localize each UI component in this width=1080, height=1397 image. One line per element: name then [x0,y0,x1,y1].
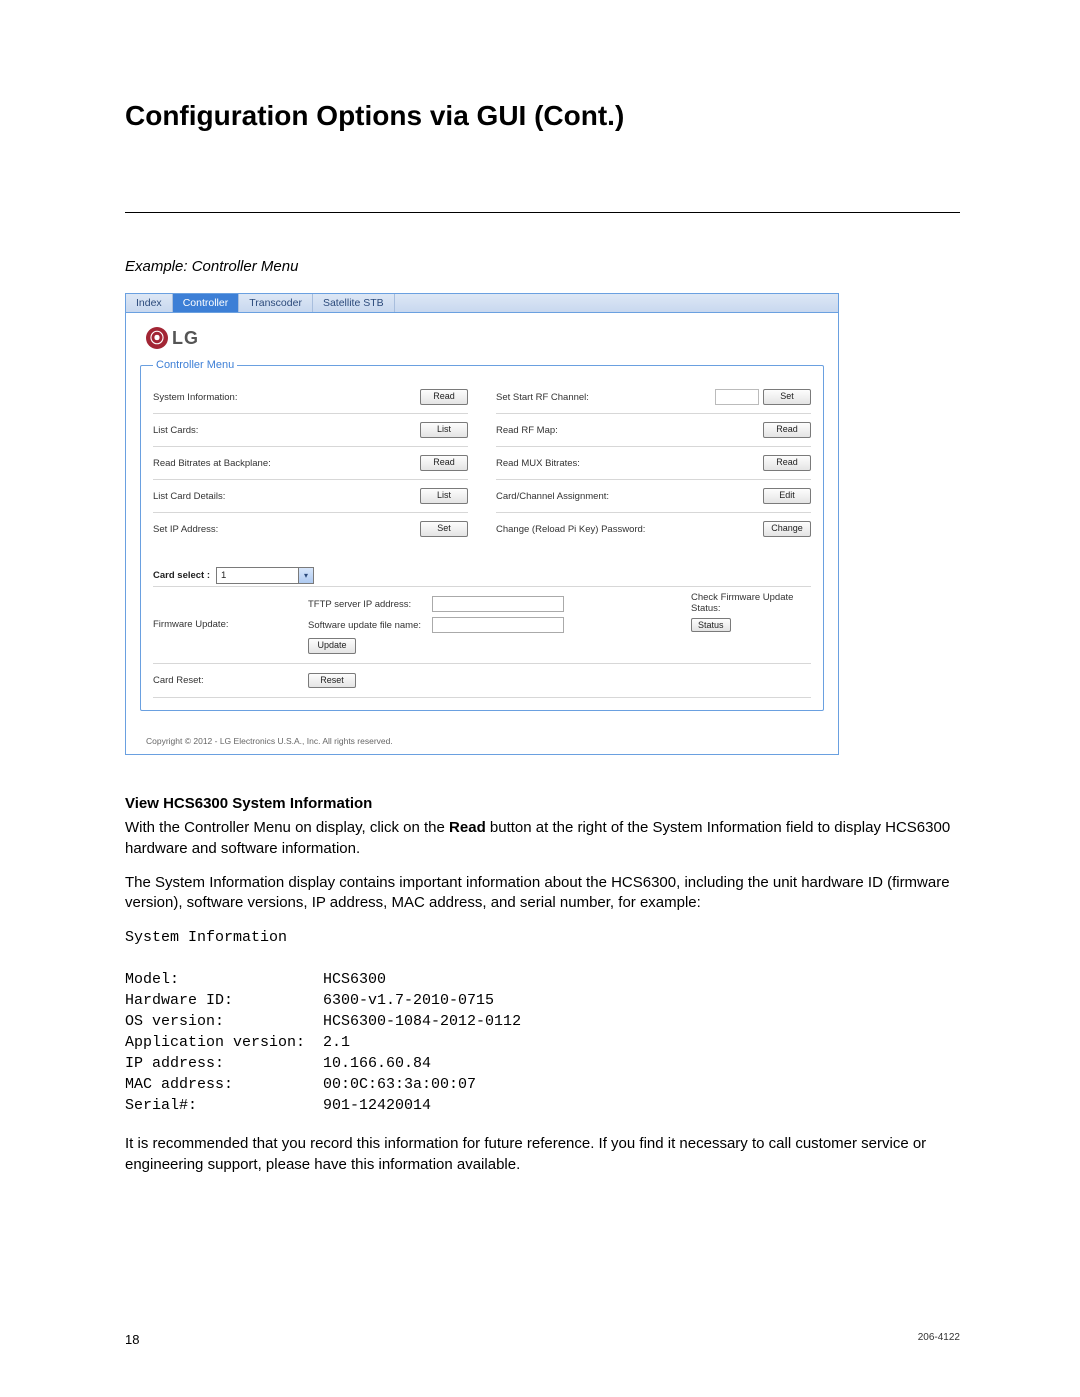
firmware-update-button[interactable]: Update [308,638,356,654]
list-card-details-label: List Card Details: [153,491,420,502]
card-reset-button[interactable]: Reset [308,673,356,689]
controller-menu-fieldset: Controller Menu System Information: Read… [140,359,824,711]
set-ip-address-button[interactable]: Set [420,521,468,537]
list-cards-label: List Cards: [153,425,420,436]
lg-logo: LG [140,327,824,349]
tab-index[interactable]: Index [126,294,173,312]
tftp-server-ip-input[interactable] [432,596,564,612]
tab-transcoder[interactable]: Transcoder [239,294,313,312]
divider [125,212,960,213]
check-firmware-status-label-1: Check Firmware Update [691,592,811,603]
right-column: Set Start RF Channel: Set Read RF Map: R… [496,381,811,545]
read-mux-bitrates-label: Read MUX Bitrates: [496,458,763,469]
list-cards-button[interactable]: List [420,422,468,438]
set-start-rf-channel-input[interactable] [715,389,759,405]
change-password-label: Change (Reload Pi Key) Password: [496,524,763,535]
page-title: Configuration Options via GUI (Cont.) [125,100,960,132]
read-rf-map-button[interactable]: Read [763,422,811,438]
read-bitrates-backplane-label: Read Bitrates at Backplane: [153,458,420,469]
tab-controller[interactable]: Controller [173,294,240,312]
software-update-file-input[interactable] [432,617,564,633]
card-channel-assignment-button[interactable]: Edit [763,488,811,504]
system-information-label: System Information: [153,392,420,403]
tab-bar: Index Controller Transcoder Satellite ST… [126,294,838,313]
software-update-file-label: Software update file name: [308,620,426,631]
example-label: Example: Controller Menu [125,258,960,275]
check-firmware-status-label-2: Status: [691,603,811,614]
set-start-rf-channel-label: Set Start RF Channel: [496,392,715,403]
controller-menu-screenshot: Index Controller Transcoder Satellite ST… [125,293,839,755]
read-bitrates-backplane-button[interactable]: Read [420,455,468,471]
read-rf-map-label: Read RF Map: [496,425,763,436]
paragraph-1: With the Controller Menu on display, cli… [125,818,960,859]
change-password-button[interactable]: Change [763,521,811,537]
fieldset-legend: Controller Menu [153,359,237,371]
para1-pre: With the Controller Menu on display, cli… [125,819,449,836]
page-number: 18 [125,1332,139,1347]
firmware-status-button[interactable]: Status [691,618,731,632]
card-channel-assignment-label: Card/Channel Assignment: [496,491,763,502]
paragraph-3: It is recommended that you record this i… [125,1134,960,1175]
set-ip-address-label: Set IP Address: [153,524,420,535]
set-start-rf-channel-button[interactable]: Set [763,389,811,405]
chevron-down-icon: ▾ [298,568,313,583]
tab-satellite-stb[interactable]: Satellite STB [313,294,395,312]
card-select-dropdown[interactable]: 1 ▾ [216,567,314,584]
system-information-read-button[interactable]: Read [420,389,468,405]
left-column: System Information: Read List Cards: Lis… [153,381,468,545]
read-mux-bitrates-button[interactable]: Read [763,455,811,471]
copyright-text: Copyright © 2012 - LG Electronics U.S.A.… [140,736,824,746]
paragraph-2: The System Information display contains … [125,873,960,914]
card-select-label: Card select : [153,570,210,581]
firmware-update-label: Firmware Update: [153,592,308,658]
lg-logo-text: LG [172,328,199,349]
document-number: 206-4122 [918,1332,960,1347]
list-card-details-button[interactable]: List [420,488,468,504]
section-heading: View HCS6300 System Information [125,795,960,812]
card-reset-label: Card Reset: [153,675,308,686]
system-information-output: System Information Model: HCS6300 Hardwa… [125,927,960,1116]
para1-bold: Read [449,819,486,836]
card-select-value: 1 [221,570,226,581]
tftp-server-ip-label: TFTP server IP address: [308,599,426,610]
lg-logo-icon [146,327,168,349]
